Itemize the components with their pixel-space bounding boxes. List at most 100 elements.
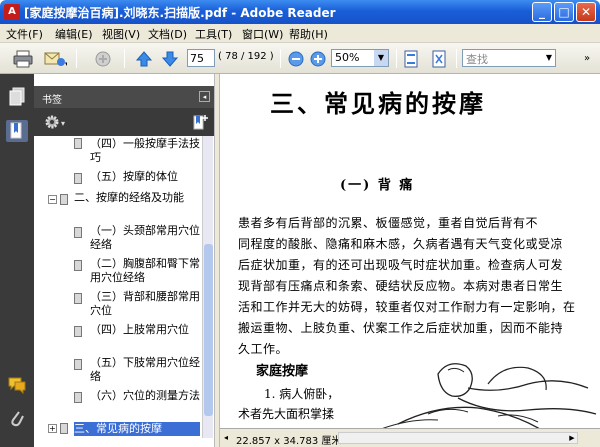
bookmark-item[interactable]: （五）下肢常用穴位经络	[44, 355, 202, 387]
arrow-down-icon	[161, 51, 179, 67]
zoom-out-button[interactable]	[287, 47, 305, 70]
maximize-button[interactable]: □	[554, 2, 574, 22]
bookmark-item[interactable]: − 二、按摩的经络及功能	[44, 190, 202, 222]
menu-view[interactable]: 视图(V)	[102, 26, 140, 42]
bookmark-label: （四）一般按摩手法技巧	[90, 137, 200, 164]
page-number-input[interactable]	[187, 49, 215, 67]
next-page-button[interactable]	[158, 47, 182, 70]
menu-file[interactable]: 文件(F)	[6, 26, 43, 42]
collapse-pane-button[interactable]: ◂	[199, 91, 210, 102]
bookmark-label: （一）头颈部常用穴位经络	[90, 224, 200, 251]
bookmark-page-icon	[74, 392, 82, 403]
chevron-left-icon[interactable]: ◂	[224, 433, 228, 442]
bookmark-item[interactable]: （六）穴位的测量方法	[44, 388, 202, 420]
toolbar-separator	[280, 49, 281, 68]
pages-icon	[9, 87, 25, 106]
bookmarks-tab[interactable]	[6, 120, 28, 142]
attachments-tab[interactable]	[6, 408, 28, 430]
minimize-button[interactable]: _	[532, 2, 552, 22]
previous-page-button[interactable]	[132, 47, 156, 70]
bookmarks-title: 书签	[42, 95, 62, 106]
menu-bar: 文件(F) 编辑(E) 视图(V) 文档(D) 工具(T) 窗口(W) 帮助(H…	[0, 24, 600, 43]
bookmark-label: 三、常见病的按摩	[74, 422, 200, 436]
chevron-right-icon[interactable]: ▶	[567, 433, 577, 443]
bookmarks-tree: （四）一般按摩手法技巧 （五）按摩的体位 − 二、按摩的经络及功能 （一）头颈部常用穴位…	[44, 136, 202, 438]
instruction-step: 1. 病人俯卧，	[264, 387, 340, 401]
new-bookmark-button[interactable]	[192, 113, 210, 131]
new-bookmark-icon	[193, 115, 208, 130]
horizontal-scrollbar[interactable]: ▶	[338, 432, 578, 444]
toolbar-separator	[396, 49, 397, 68]
zoom-select[interactable]: 50% ▼	[331, 49, 389, 67]
bookmark-item[interactable]: （五）按摩的体位	[44, 169, 202, 189]
full-screen-button[interactable]	[428, 47, 450, 70]
options-button[interactable]: ▾	[44, 114, 70, 130]
bookmarks-toolbar: ▾	[34, 108, 214, 136]
document-subheading: (一) 背 痛	[340, 178, 415, 193]
menu-help[interactable]: 帮助(H)	[289, 26, 328, 42]
collaborate-button[interactable]	[90, 47, 116, 70]
comments-tab[interactable]	[6, 374, 28, 396]
bookmark-item[interactable]: （三）背部和腰部常用穴位	[44, 289, 202, 321]
bookmark-label: （四）上肢常用穴位	[90, 323, 189, 336]
navigation-rail	[0, 74, 34, 447]
paragraph-line: 搬运重物、上肢负重、伏案工作之后症状加重，因而不能持	[238, 321, 564, 335]
gear-icon: ▾	[45, 115, 65, 129]
menu-window[interactable]: 窗口(W)	[242, 26, 283, 42]
bookmark-label: （六）穴位的测量方法	[90, 389, 200, 402]
bookmark-page-icon	[60, 423, 68, 434]
email-icon: ▾	[44, 52, 67, 68]
bookmark-label: （五）按摩的体位	[90, 170, 178, 183]
zoom-in-icon	[310, 51, 326, 66]
bookmark-page-icon	[74, 293, 82, 304]
bookmark-page-icon	[74, 260, 82, 271]
menu-tools[interactable]: 工具(T)	[195, 26, 232, 42]
bookmark-item[interactable]: （二）胸腹部和臀下常用穴位经络	[44, 256, 202, 288]
bookmark-page-icon	[74, 138, 82, 149]
pages-tab[interactable]	[6, 86, 28, 108]
bookmark-item[interactable]: （四）一般按摩手法技巧	[44, 136, 202, 168]
collapse-icon[interactable]: −	[48, 195, 57, 204]
bookmark-label: 二、按摩的经络及功能	[74, 191, 184, 204]
zoom-in-button[interactable]	[309, 47, 327, 70]
paragraph-line: 后症状加重，有的还可出现吸气时症状加重。检查病人可发	[238, 258, 564, 272]
email-button[interactable]: ▾	[40, 47, 70, 70]
scrollbar-thumb[interactable]	[204, 244, 213, 416]
zoom-out-icon	[288, 51, 304, 66]
expand-icon[interactable]: +	[48, 424, 57, 433]
page-size: 22.857 x 34.783 厘米	[236, 436, 342, 447]
search-input[interactable]: 查找 ▼	[462, 49, 556, 67]
svg-text:▾: ▾	[61, 119, 65, 128]
bookmark-page-icon	[74, 173, 82, 184]
bookmark-item[interactable]: + 三、常见病的按摩	[44, 421, 202, 438]
bookmark-icon	[10, 122, 22, 139]
print-button[interactable]	[10, 47, 36, 70]
bookmark-item[interactable]: （一）头颈部常用穴位经络	[44, 223, 202, 255]
full-screen-icon	[432, 50, 446, 67]
menu-document[interactable]: 文档(D)	[148, 26, 187, 42]
close-button[interactable]: ✕	[576, 2, 596, 22]
toolbar: ▾ ( 78 / 192 ) 50% ▼ 查找 ▼ »	[0, 43, 600, 74]
fit-page-icon	[404, 50, 418, 67]
bookmark-label: （五）下肢常用穴位经络	[90, 356, 200, 383]
document-view[interactable]: 三、常见病的按摩 (一) 背 痛 患者多有后背部的沉累、板僵感觉，重者自觉后背有…	[220, 74, 600, 447]
svg-text:▾: ▾	[65, 60, 67, 68]
menu-edit[interactable]: 编辑(E)	[55, 26, 93, 42]
printer-icon	[13, 50, 33, 67]
massage-illustration	[372, 363, 597, 434]
search-placeholder: 查找	[466, 53, 488, 66]
toolbar-separator	[76, 49, 77, 68]
paragraph-line: 现背部有压痛点和条索、硬结状反应物。本病对患者日常生	[238, 279, 564, 293]
bookmark-page-icon	[60, 194, 68, 205]
bookmark-page-icon	[74, 227, 82, 238]
bookmarks-scrollbar[interactable]	[202, 136, 213, 438]
bookmark-label: （二）胸腹部和臀下常用穴位经络	[90, 257, 200, 284]
bookmark-item[interactable]: （四）上肢常用穴位	[44, 322, 202, 354]
paragraph-line: 患者多有后背部的沉累、板僵感觉，重者自觉后背有不	[238, 216, 539, 230]
comment-icon	[8, 377, 26, 394]
chevron-down-icon: ▼	[545, 53, 553, 62]
toolbar-overflow-button[interactable]: »	[578, 47, 596, 70]
fit-page-button[interactable]	[400, 47, 422, 70]
section-title: 家庭按摩	[256, 364, 309, 379]
document-heading: 三、常见病的按摩	[270, 89, 486, 118]
